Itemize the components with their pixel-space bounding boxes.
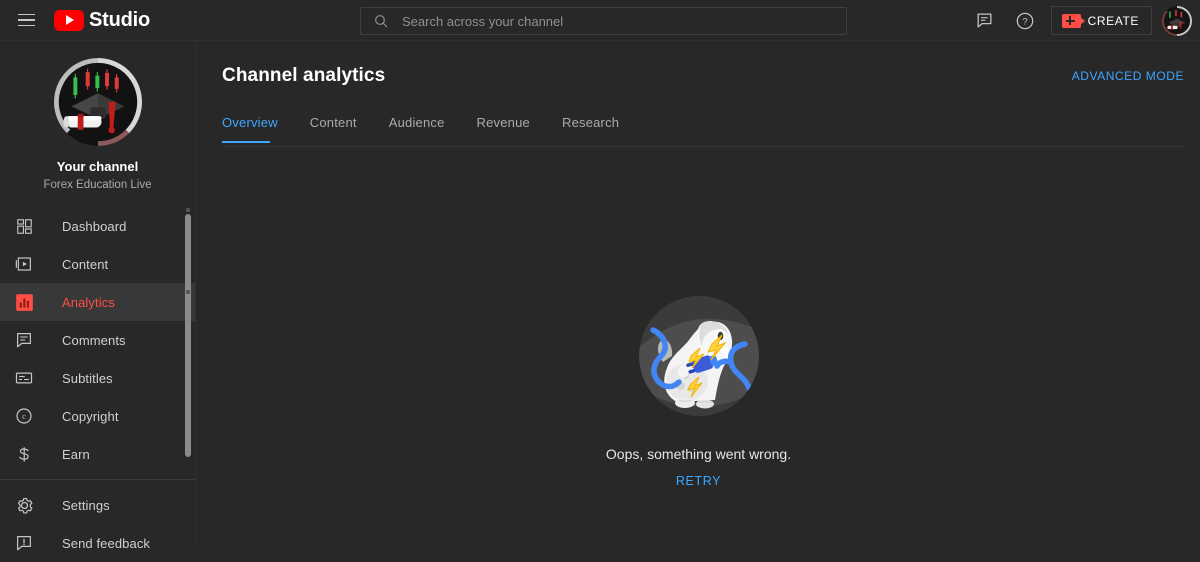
channel-subtitle: Forex Education Live xyxy=(43,179,152,191)
error-monkey-unplugged-illustration xyxy=(638,296,759,416)
gear-icon xyxy=(12,493,36,517)
sidebar-divider xyxy=(0,479,195,480)
page-title: Channel analytics xyxy=(222,65,386,86)
channel-title: Your channel xyxy=(56,159,139,174)
search-placeholder: Search across your channel xyxy=(402,13,564,29)
create-button[interactable]: CREATE xyxy=(1050,6,1152,35)
tab-overview[interactable]: Overview xyxy=(222,115,294,143)
scrollbar-arrow-down[interactable] xyxy=(186,290,190,294)
sidebar-item-content[interactable]: Content xyxy=(0,245,195,283)
top-bar: Studio Search across your channel ? CREA… xyxy=(0,0,1200,41)
sidebar-item-send-feedback[interactable]: Send feedback xyxy=(0,524,195,562)
analytics-icon xyxy=(12,290,36,314)
tab-research[interactable]: Research xyxy=(562,115,635,143)
copyright-icon: c xyxy=(12,404,36,428)
tabs-divider xyxy=(222,146,1184,147)
subtitles-icon xyxy=(12,366,36,390)
sidebar-item-copyright[interactable]: c Copyright xyxy=(0,397,195,435)
sidebar-item-analytics[interactable]: Analytics xyxy=(0,283,195,321)
analytics-tabs: Overview Content Audience Revenue Resear… xyxy=(222,115,651,143)
sidebar-item-subtitles[interactable]: Subtitles xyxy=(0,359,195,397)
sidebar-item-dashboard[interactable]: Dashboard xyxy=(0,207,195,245)
tab-revenue[interactable]: Revenue xyxy=(477,115,546,143)
retry-button[interactable]: RETRY xyxy=(676,474,721,488)
studio-brand[interactable]: Studio xyxy=(54,9,150,32)
sidebar-item-label: Earn xyxy=(62,446,90,462)
svg-text:c: c xyxy=(22,412,26,421)
error-state: Oops, something went wrong. RETRY xyxy=(197,296,1200,488)
tab-audience[interactable]: Audience xyxy=(389,115,461,143)
sidebar-nav: Dashboard Content Analytics Comments Sub… xyxy=(0,207,195,562)
error-message: Oops, something went wrong. xyxy=(605,446,792,462)
feedback-icon xyxy=(12,531,36,555)
sidebar-item-label: Content xyxy=(62,256,109,272)
svg-text:?: ? xyxy=(1022,16,1027,27)
top-bar-actions: ? CREATE xyxy=(965,0,1192,41)
sidebar-scrollbar[interactable] xyxy=(185,214,191,457)
avatar[interactable] xyxy=(1162,5,1192,36)
sidebar-item-label: Dashboard xyxy=(62,218,127,234)
sidebar: Your channel Forex Education Live Dashbo… xyxy=(0,41,196,551)
brand-label: Studio xyxy=(89,8,151,31)
comments-icon xyxy=(12,328,36,352)
hamburger-icon[interactable] xyxy=(6,0,46,40)
sidebar-item-label: Analytics xyxy=(62,294,115,310)
search-input[interactable]: Search across your channel xyxy=(360,7,847,35)
sidebar-item-label: Subtitles xyxy=(62,370,113,386)
earn-icon xyxy=(12,442,36,466)
help-circle-icon[interactable]: ? xyxy=(1005,1,1045,41)
sidebar-item-label: Copyright xyxy=(62,408,119,424)
main-content: Channel analytics ADVANCED MODE Overview… xyxy=(197,41,1200,548)
sidebar-item-earn[interactable]: Earn xyxy=(0,435,195,473)
video-camera-plus-icon xyxy=(1061,13,1085,28)
sidebar-item-label: Comments xyxy=(62,332,126,348)
search-icon xyxy=(375,15,388,28)
search-container: Search across your channel xyxy=(360,7,847,35)
scrollbar-arrow-up[interactable] xyxy=(186,208,190,212)
advanced-mode-link[interactable]: ADVANCED MODE xyxy=(1072,69,1184,83)
sidebar-item-label: Settings xyxy=(62,497,110,513)
comment-icon[interactable] xyxy=(965,1,1005,41)
channel-avatar[interactable] xyxy=(53,58,142,146)
sidebar-item-settings[interactable]: Settings xyxy=(0,486,195,524)
sidebar-item-comments[interactable]: Comments xyxy=(0,321,195,359)
content-icon xyxy=(12,252,36,276)
dashboard-icon xyxy=(12,214,36,238)
channel-card: Your channel Forex Education Live xyxy=(0,41,195,191)
tab-content[interactable]: Content xyxy=(310,115,373,143)
sidebar-item-label: Send feedback xyxy=(62,535,151,551)
youtube-logo-icon xyxy=(54,9,84,31)
create-button-label: CREATE xyxy=(1087,13,1139,28)
